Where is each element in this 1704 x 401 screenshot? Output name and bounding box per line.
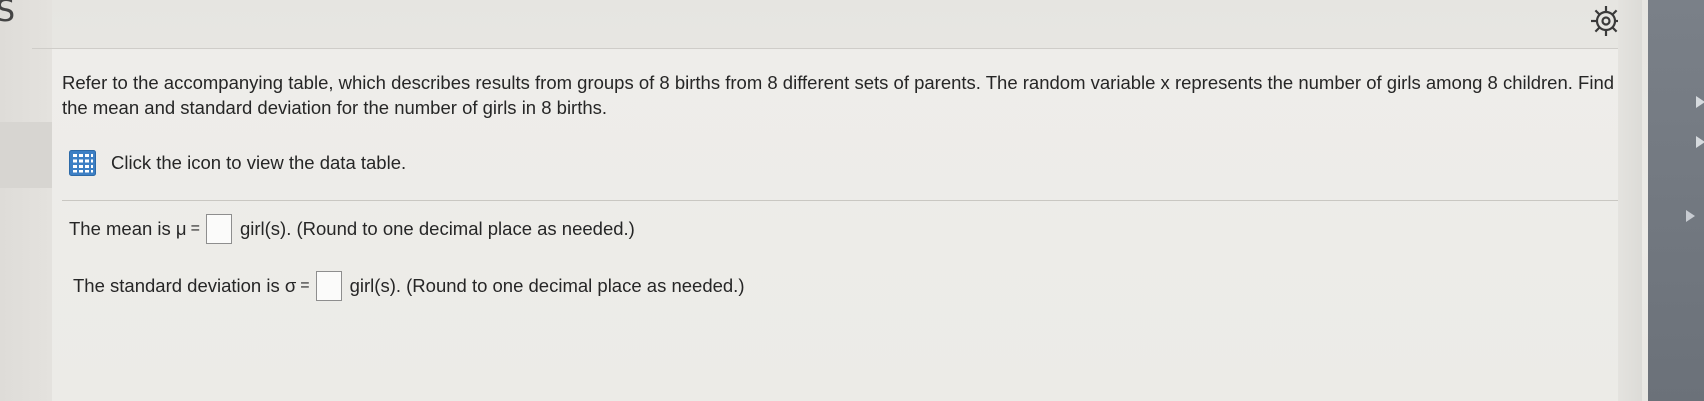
mean-answer-input[interactable] <box>205 214 232 244</box>
screen: S Refer to the accompanying table, which… <box>0 0 1704 401</box>
left-gutter <box>0 0 52 401</box>
sd-prefix: The standard deviation is σ <box>73 275 297 296</box>
divider <box>62 200 1618 201</box>
mean-answer-row: The mean is μ = girl(s). (Round to one d… <box>69 214 635 244</box>
table-icon[interactable] <box>69 150 96 176</box>
right-divider <box>1618 0 1642 401</box>
side-scroll-strip[interactable] <box>1648 0 1704 401</box>
gutter-shade <box>0 122 52 188</box>
corner-glyph: S <box>0 0 16 29</box>
sd-suffix: girl(s). (Round to one decimal place as … <box>349 275 745 296</box>
view-data-table-link[interactable]: Click the icon to view the data table. <box>69 150 406 176</box>
question-text: Refer to the accompanying table, which d… <box>62 72 1615 118</box>
mean-prefix: The mean is μ <box>69 218 187 239</box>
view-data-table-label[interactable]: Click the icon to view the data table. <box>111 152 406 174</box>
sd-equals: = <box>300 277 310 294</box>
sd-answer-input[interactable] <box>315 271 342 301</box>
sd-answer-row: The standard deviation is σ = girl(s). (… <box>73 271 745 301</box>
mean-suffix: girl(s). (Round to one decimal place as … <box>239 218 635 239</box>
chevron-right-icon[interactable] <box>1696 136 1704 148</box>
chevron-right-icon[interactable] <box>1696 96 1704 108</box>
chevron-right-icon[interactable] <box>1686 210 1695 222</box>
mean-equals: = <box>190 220 200 237</box>
top-bar <box>32 0 1620 49</box>
